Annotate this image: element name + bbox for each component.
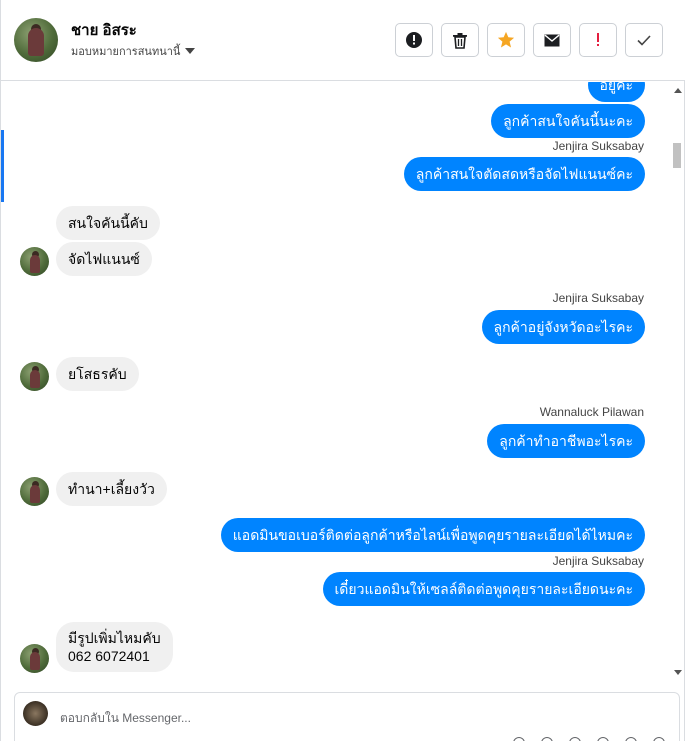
thread-scrollbar[interactable] [672,82,684,680]
emoji-icon[interactable] [597,737,609,741]
mark-done-button[interactable] [625,23,663,57]
conversation-header: ชาย อิสระ มอบหมายการสนทนานี้ [1,0,685,81]
message-thread: อยู่คะ ลูกค้าสนใจคันนี้นะคะ Jenjira Suks… [1,82,684,680]
message-outgoing: เดี๋ยวแอดมินให้เซลล์ติดต่อพูดคุยรายละเอี… [322,572,645,606]
message-outgoing: ลูกค้าสนใจคันนี้นะคะ [491,104,645,138]
message-incoming: จัดไฟแนนซ์ [56,242,152,276]
contact-avatar-small [20,362,49,391]
message-sender-name: Jenjira Suksabay [552,554,644,568]
attach-icon[interactable] [541,737,553,741]
scroll-down-arrow-icon[interactable] [674,670,682,675]
mark-unread-button[interactable] [533,23,571,57]
contact-avatar-small [20,644,49,673]
message-incoming: ยโสธรคับ [56,357,139,391]
contact-avatar-small [20,247,49,276]
message-line: 062 6072401 [68,648,150,664]
composer-tools [513,737,665,741]
page-avatar [23,701,48,726]
message-incoming: ทำนา+เลี้ยงวัว [56,472,167,506]
message-outgoing: แอดมินขอเบอร์ติดต่อลูกค้าหรือไลน์เพื่อพู… [220,518,645,552]
message-outgoing: ลูกค้าสนใจตัดสดหรือจัดไฟแนนซ์คะ [403,157,645,191]
inbox-conversation-panel: ชาย อิสระ มอบหมายการสนทนานี้ อยู่คะ ลูกค… [0,0,685,741]
star-button[interactable] [487,23,525,57]
assign-conversation-dropdown[interactable]: มอบหมายการสนทนานี้ [71,42,196,60]
contact-name[interactable]: ชาย อิสระ [71,18,137,42]
trash-icon [453,32,467,49]
reply-input[interactable]: ตอบกลับใน Messenger... [60,709,191,728]
scrollbar-thumb[interactable] [673,143,681,168]
message-incoming: มีรูปเพิ่มไหมคับ 062 6072401 [56,622,173,672]
message-sender-name: Wannaluck Pilawan [539,405,644,419]
contact-avatar[interactable] [14,18,58,62]
contact-avatar-small [20,477,49,506]
reply-composer[interactable]: ตอบกลับใน Messenger... [14,692,680,741]
scroll-up-arrow-icon[interactable] [674,88,682,93]
flag-button[interactable] [579,23,617,57]
message-sender-name: Jenjira Suksabay [552,291,644,305]
message-outgoing: อยู่คะ [587,82,645,102]
message-incoming: สนใจคันนี้คับ [56,206,160,240]
mail-icon [544,34,560,46]
message-outgoing: ลูกค้าอยู่จังหวัดอะไรคะ [481,310,645,344]
check-icon [637,34,651,46]
conversation-toolbar [395,23,663,57]
message-sender-name: Jenjira Suksabay [552,139,644,153]
message-line: มีรูปเพิ่มไหมคับ [68,630,161,646]
image-icon[interactable] [569,737,581,741]
mark-spam-button[interactable] [395,23,433,57]
like-icon[interactable] [513,737,525,741]
gear-icon[interactable] [625,737,637,741]
star-icon [497,31,515,48]
alert-circle-icon [406,32,422,48]
delete-button[interactable] [441,23,479,57]
send-icon[interactable] [653,737,665,741]
assign-label: มอบหมายการสนทนานี้ [71,46,181,58]
caret-down-icon [185,48,196,54]
message-outgoing: ลูกค้าทำอาชีพอะไรคะ [487,424,645,458]
exclamation-icon [597,33,599,46]
